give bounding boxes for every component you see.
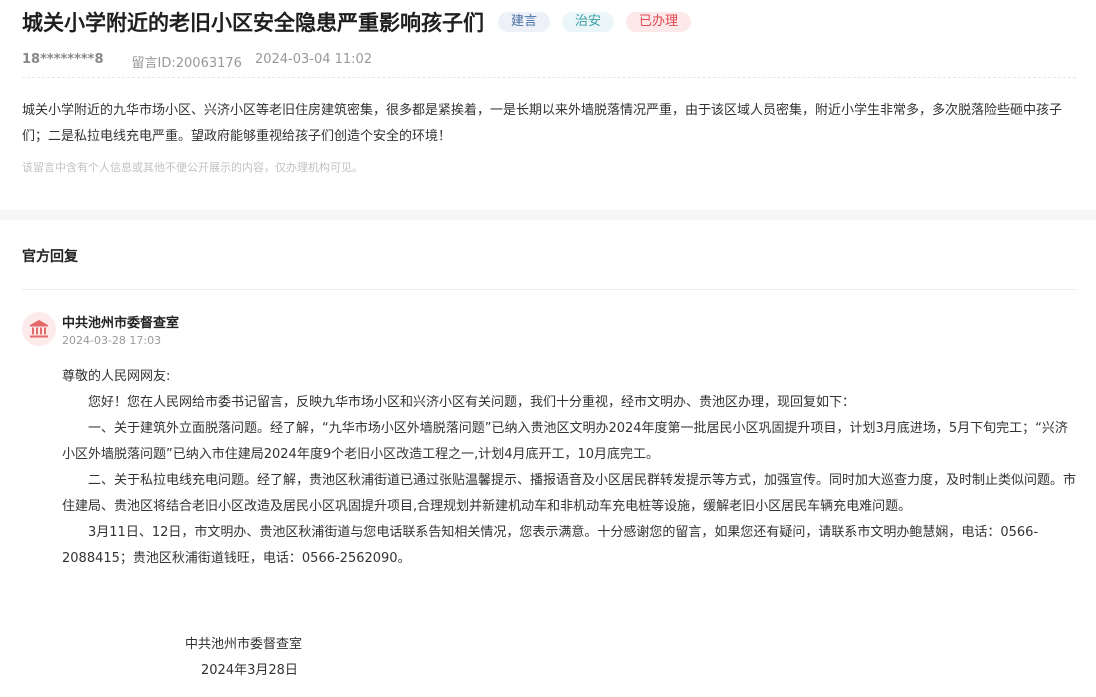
- category-tag-security[interactable]: 治安: [562, 12, 615, 32]
- user-name: 18********8: [22, 52, 104, 67]
- reply-greeting: 尊敬的人民网网友:: [62, 369, 171, 384]
- category-tag-suggest[interactable]: 建言: [498, 12, 551, 32]
- reply-paragraph: 3月11日、12日，市文明办、贵池区秋浦街道与您电话联系告知相关情况，您表示满意…: [62, 525, 1039, 566]
- message-id: 留言ID:20063176: [131, 56, 242, 71]
- reply-paragraph: 二、关于私拉电线充电问题。经了解，贵池区秋浦街道已通过张贴温馨提示、播报语音及小…: [62, 473, 1077, 514]
- divider: [22, 77, 1076, 78]
- page-title: 城关小学附近的老旧小区安全隐患严重影响孩子们: [22, 11, 484, 35]
- status-badge: 已办理: [626, 12, 692, 32]
- message-body: 城关小学附近的九华市场小区、兴济小区等老旧住房建筑密集，很多都是紧挨着，一是长期…: [22, 103, 1063, 144]
- signature-date: 2024年3月28日: [201, 663, 298, 678]
- message-meta: 18********8 留言ID:20063176 2024-03-04 11:…: [22, 52, 372, 71]
- reply-body: 尊敬的人民网网友: 您好！您在人民网给市委书记留言，反映九华市场小区和兴济小区有…: [62, 364, 1078, 572]
- message-datetime: 2024-03-04 11:02: [254, 52, 373, 67]
- reply-paragraph: 您好！您在人民网给市委书记留言，反映九华市场小区和兴济小区有关问题，我们十分重视…: [88, 395, 856, 410]
- reply-datetime: 2024-03-28 17:03: [62, 334, 162, 347]
- signature-org: 中共池州市委督查室: [185, 637, 303, 652]
- message-panel: 城关小学附近的老旧小区安全隐患严重影响孩子们 建言 治安 已办理 18*****…: [0, 0, 1096, 210]
- title-row: 城关小学附近的老旧小区安全隐患严重影响孩子们 建言 治安 已办理: [22, 7, 692, 37]
- reply-signature: 中共池州市委督查室 2024年3月28日: [185, 632, 302, 684]
- privacy-notice: 该留言中含有个人信息或其他不便公开展示的内容，仅办理机构可见。: [22, 161, 363, 174]
- divider: [22, 289, 1076, 290]
- reply-section-title: 官方回复: [22, 249, 78, 265]
- section-gap: [0, 210, 1096, 220]
- government-building-icon: [22, 312, 56, 346]
- reply-org-name: 中共池州市委督查室: [62, 316, 180, 331]
- reply-paragraph: 一、关于建筑外立面脱落问题。经了解，“九华市场小区外墙脱落问题”已纳入贵池区文明…: [62, 421, 1068, 462]
